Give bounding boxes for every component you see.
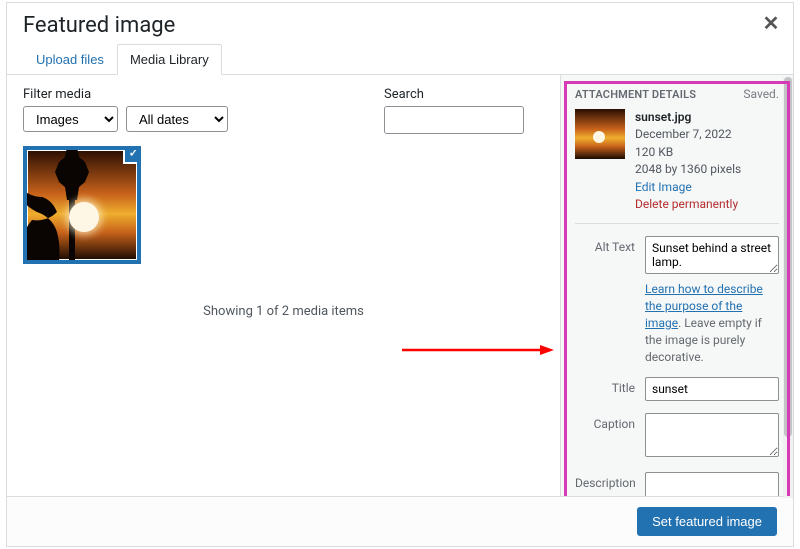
filter-media-select[interactable]: Images [23,106,118,132]
attachment-size: 120 KB [635,144,741,161]
attachment-fields: Alt Text Sunset behind a street lamp. Le… [575,223,779,496]
media-count-status: Showing 1 of 2 media items [23,304,544,319]
attachment-date: December 7, 2022 [635,126,741,143]
modal-body: Filter media Images All dates Search [7,75,793,496]
featured-image-modal: Featured image ✕ Upload files Media Libr… [6,2,794,547]
media-library-panel: Filter media Images All dates Search [7,75,560,496]
filter-media-group: Filter media Images All dates [23,87,228,134]
description-field: Description [575,472,779,496]
search-group: Search [384,87,524,134]
delete-permanently-link[interactable]: Delete permanently [635,196,741,213]
attachment-details-panel: ATTACHMENT DETAILS Saved. sunset.jpg Dec… [560,75,793,496]
media-thumbnails: ✓ [23,146,544,264]
tab-upload-files[interactable]: Upload files [23,44,117,74]
attachment-meta: sunset.jpg December 7, 2022 120 KB 2048 … [635,109,741,213]
title-input[interactable] [645,377,779,401]
modal-footer: Set featured image [7,496,793,546]
caption-field: Caption [575,413,779,460]
attachment-dimensions: 2048 by 1360 pixels [635,161,741,178]
media-thumbnail-selected[interactable]: ✓ [23,146,141,264]
set-featured-image-button[interactable]: Set featured image [637,507,777,536]
vertical-scrollbar[interactable] [783,77,793,498]
filter-date-select[interactable]: All dates [126,106,228,132]
sun-shape [69,202,99,232]
filter-bar: Filter media Images All dates Search [23,87,544,134]
description-label: Description [575,472,635,490]
selected-check-icon: ✓ [123,146,141,164]
filter-media-label: Filter media [23,87,228,102]
modal-title: Featured image [23,13,777,38]
attachment-details-heading: ATTACHMENT DETAILS [575,88,696,101]
tab-media-library[interactable]: Media Library [117,44,222,75]
attachment-thumbnail [575,109,625,159]
search-input[interactable] [384,106,524,134]
caption-input[interactable] [645,413,779,457]
title-label: Title [575,377,635,395]
callout-arrow [402,345,554,355]
close-button[interactable]: ✕ [759,11,783,35]
alt-text-helper: Learn how to describe the purpose of the… [645,281,779,365]
attachment-filename: sunset.jpg [635,109,741,126]
scrollbar-thumb[interactable] [784,77,792,437]
description-input[interactable] [645,472,779,496]
media-tabs: Upload files Media Library [7,44,793,75]
modal-header: Featured image ✕ [7,3,793,44]
attachment-details-header: ATTACHMENT DETAILS Saved. [575,87,779,101]
saved-status: Saved. [743,87,779,101]
title-field: Title [575,377,779,401]
search-label: Search [384,87,524,102]
edit-image-link[interactable]: Edit Image [635,179,741,196]
alt-text-input[interactable]: Sunset behind a street lamp. [645,236,779,274]
attachment-info: sunset.jpg December 7, 2022 120 KB 2048 … [575,109,779,213]
alt-text-label: Alt Text [575,236,635,254]
alt-text-field: Alt Text Sunset behind a street lamp. Le… [575,236,779,365]
caption-label: Caption [575,413,635,431]
lamp-silhouette [23,146,107,264]
